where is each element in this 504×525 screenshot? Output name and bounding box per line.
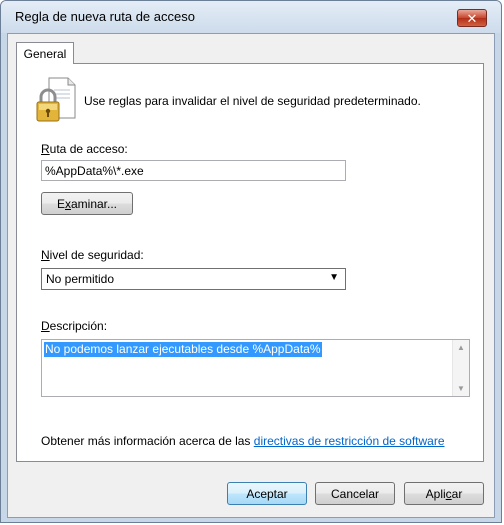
dialog-client-area: General Use reglas para invalidar el niv…: [7, 33, 495, 518]
more-info-text: Obtener más información acerca de las di…: [41, 434, 445, 448]
security-level-select[interactable]: No permitido ▼: [41, 268, 346, 290]
accept-button-label: Aceptar: [246, 486, 288, 501]
description-selected-text[interactable]: No podemos lanzar ejecutables desde %App…: [44, 342, 322, 357]
path-input[interactable]: [41, 160, 346, 181]
intro-text: Use reglas para invalidar el nivel de se…: [84, 94, 421, 108]
browse-button[interactable]: Ex aminar...: [41, 192, 133, 215]
cancel-button-label: Cancelar: [330, 486, 380, 501]
browse-button-before: E: [56, 196, 65, 211]
scroll-down-arrow-icon[interactable]: ▼: [453, 384, 469, 393]
path-label-accelerator: R: [41, 142, 50, 156]
scroll-up-arrow-icon[interactable]: ▲: [453, 343, 469, 352]
cancel-button[interactable]: Cancelar: [315, 482, 395, 505]
security-level-label-accelerator: N: [41, 248, 50, 262]
security-level-value: No permitido: [46, 272, 115, 286]
description-label-rest: escripción:: [49, 319, 108, 333]
window-title: Regla de nueva ruta de acceso: [15, 9, 195, 24]
path-label: Ruta de acceso:: [41, 142, 128, 156]
general-tab-panel: Use reglas para invalidar el nivel de se…: [16, 63, 484, 462]
description-scrollbar[interactable]: ▲ ▼: [452, 340, 469, 396]
accept-button[interactable]: Aceptar: [227, 482, 307, 505]
security-level-label: Nivel de seguridad:: [41, 248, 144, 262]
title-bar[interactable]: Regla de nueva ruta de acceso ✕: [1, 1, 501, 33]
description-label-accelerator: D: [41, 319, 50, 333]
chevron-down-icon[interactable]: ▼: [329, 272, 339, 283]
description-textarea[interactable]: No podemos lanzar ejecutables desde %App…: [41, 339, 470, 397]
browse-button-after: aminar...: [70, 196, 118, 211]
path-label-rest: uta de acceso:: [49, 142, 128, 156]
lock-document-icon: [36, 77, 76, 122]
more-info-prefix: Obtener más información acerca de las: [41, 434, 254, 448]
close-icon: ✕: [466, 10, 478, 26]
security-level-label-rest: ivel de seguridad:: [49, 248, 144, 262]
restriction-policies-link[interactable]: directivas de restricción de software: [254, 434, 445, 448]
description-label: Descripción:: [41, 319, 107, 333]
close-button[interactable]: ✕: [457, 9, 487, 27]
apply-button[interactable]: Apli c ar: [404, 482, 484, 505]
apply-button-after: ar: [451, 486, 463, 501]
apply-button-before: Apli: [425, 486, 446, 501]
tab-general-label: General: [23, 46, 67, 61]
tab-general[interactable]: General: [16, 42, 74, 64]
dialog-window: Regla de nueva ruta de acceso ✕ General …: [0, 0, 502, 523]
